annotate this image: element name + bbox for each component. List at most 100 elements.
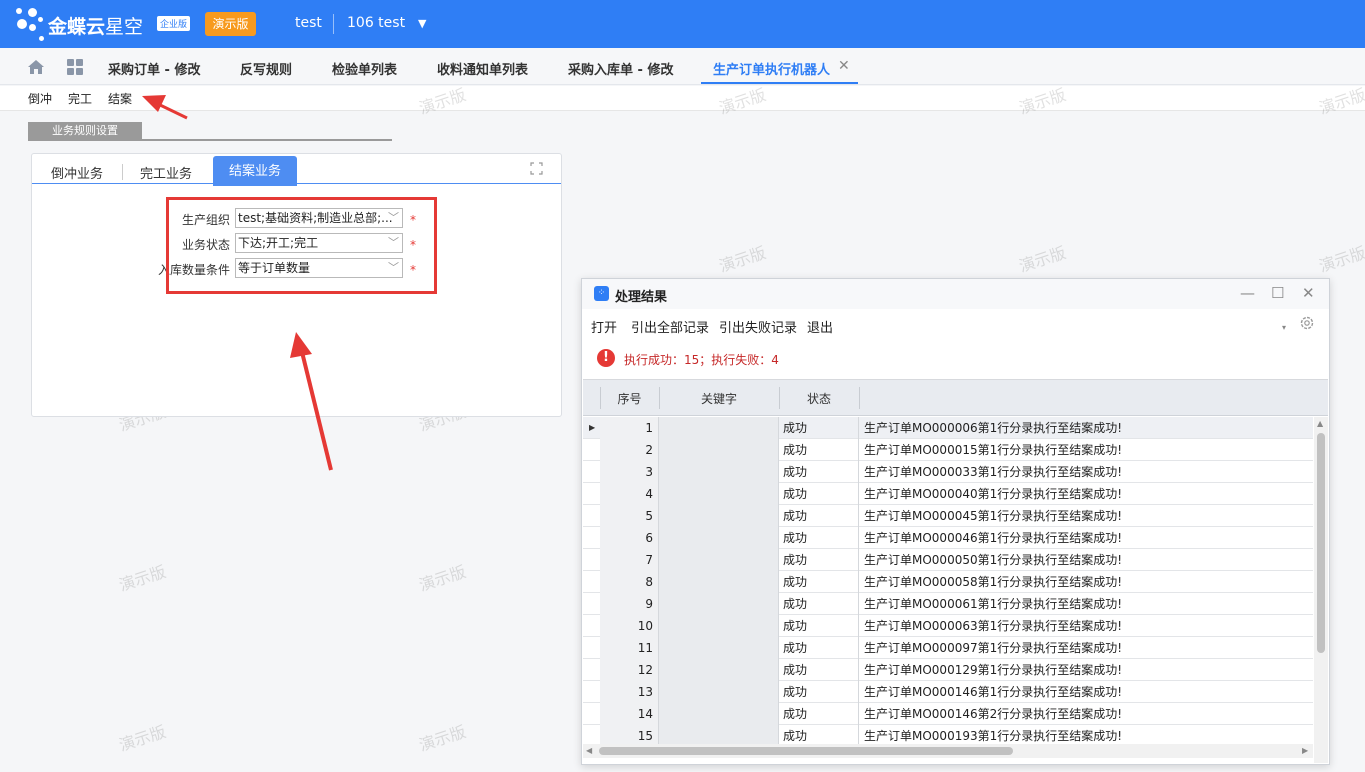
table-row[interactable]: 13 成功 生产订单MO000146第1行分录执行至结案成功!	[583, 681, 1313, 703]
cell-index: 1	[600, 417, 659, 439]
column-header-status[interactable]: 状态	[779, 390, 859, 407]
watermark-text: 演示版	[416, 721, 469, 755]
tab-receipt-notice-list[interactable]: 收料通知单列表	[437, 59, 528, 78]
cell-keyword[interactable]	[659, 505, 779, 527]
scroll-thumb[interactable]	[1317, 433, 1325, 653]
cell-message: 生产订单MO000058第1行分录执行至结案成功!	[864, 575, 1123, 589]
cell-index: 4	[600, 483, 659, 505]
cell-status: 成功	[779, 703, 859, 725]
vertical-scrollbar[interactable]: ▲	[1314, 417, 1328, 763]
maximize-icon[interactable]: ☐	[1271, 284, 1284, 302]
scroll-right-icon[interactable]: ▶	[1302, 746, 1308, 755]
cell-keyword[interactable]	[659, 527, 779, 549]
close-icon[interactable]: ✕	[1302, 284, 1315, 302]
scroll-thumb[interactable]	[599, 747, 1013, 755]
cell-keyword[interactable]	[659, 417, 779, 439]
cell-status: 成功	[779, 417, 859, 439]
tab-divider	[122, 164, 123, 180]
cell-index: 6	[600, 527, 659, 549]
close-icon[interactable]: ✕	[838, 58, 850, 74]
tab-purchase-inbound-edit[interactable]: 采购入库单 - 修改	[568, 59, 673, 78]
cell-keyword[interactable]	[659, 659, 779, 681]
minimize-icon[interactable]: —	[1240, 284, 1255, 302]
top-header: 金蝶云星空 企业版 演示版 test 106 test ▼	[0, 0, 1365, 48]
tab-inspection-list[interactable]: 检验单列表	[332, 59, 397, 78]
cell-keyword[interactable]	[659, 571, 779, 593]
export-failed-button[interactable]: 引出失败记录	[719, 317, 797, 336]
column-header-index[interactable]: 序号	[600, 390, 659, 407]
caret-down-icon[interactable]: ▾	[1282, 323, 1286, 332]
header-divider	[333, 14, 334, 34]
cell-index: 5	[600, 505, 659, 527]
cell-message: 生产订单MO000045第1行分录执行至结案成功!	[864, 509, 1123, 523]
export-all-button[interactable]: 引出全部记录	[631, 317, 709, 336]
cell-index: 2	[600, 439, 659, 461]
cell-status: 成功	[779, 461, 859, 483]
tab-close-business[interactable]: 结案业务	[213, 156, 297, 186]
grid-header: 序号 关键字 状态	[583, 380, 1328, 416]
expand-icon[interactable]	[530, 162, 543, 175]
cell-keyword[interactable]	[659, 439, 779, 461]
status-text: 执行成功：15；执行失败：4	[624, 353, 779, 367]
cell-keyword[interactable]	[659, 637, 779, 659]
cell-status: 成功	[779, 637, 859, 659]
cell-keyword[interactable]	[659, 703, 779, 725]
table-row[interactable]: ▶ 1 成功 生产订单MO000006第1行分录执行至结案成功!	[583, 417, 1313, 439]
grid-body: ▶ 1 成功 生产订单MO000006第1行分录执行至结案成功! 2 成功 生产订单MO00…	[583, 417, 1313, 747]
complete-button[interactable]: 完工	[68, 90, 92, 107]
apps-grid-icon[interactable]	[67, 59, 83, 75]
table-row[interactable]: 11 成功 生产订单MO000097第1行分录执行至结案成功!	[583, 637, 1313, 659]
dialog-titlebar[interactable]: ⁘ 处理结果 — ☐ ✕	[582, 279, 1329, 309]
tab-writeback-rules[interactable]: 反写规则	[240, 59, 292, 78]
table-row[interactable]: 3 成功 生产订单MO000033第1行分录执行至结案成功!	[583, 461, 1313, 483]
cell-message: 生产订单MO000046第1行分录执行至结案成功!	[864, 531, 1123, 545]
user-name[interactable]: test	[295, 15, 322, 31]
table-row[interactable]: 4 成功 生产订单MO000040第1行分录执行至结案成功!	[583, 483, 1313, 505]
result-grid: 序号 关键字 状态 ▶ 1 成功 生产订单MO000006第1行分录执行至结案成功! 2…	[583, 379, 1328, 763]
table-row[interactable]: 12 成功 生产订单MO000129第1行分录执行至结案成功!	[583, 659, 1313, 681]
horizontal-scrollbar[interactable]: ◀ ▶	[583, 744, 1313, 758]
cell-status: 成功	[779, 571, 859, 593]
cell-message: 生产订单MO000061第1行分录执行至结案成功!	[864, 597, 1123, 611]
demo-badge[interactable]: 演示版	[205, 12, 256, 36]
section-divider	[28, 139, 392, 141]
cell-message: 生产订单MO000033第1行分录执行至结案成功!	[864, 465, 1123, 479]
cell-keyword[interactable]	[659, 461, 779, 483]
table-row[interactable]: 9 成功 生产订单MO000061第1行分录执行至结案成功!	[583, 593, 1313, 615]
home-icon[interactable]	[27, 59, 45, 75]
scroll-up-icon[interactable]: ▲	[1317, 419, 1323, 428]
tab-production-order-robot[interactable]: 生产订单执行机器人	[713, 59, 830, 78]
cell-status: 成功	[779, 659, 859, 681]
cell-keyword[interactable]	[659, 483, 779, 505]
table-row[interactable]: 7 成功 生产订单MO000050第1行分录执行至结案成功!	[583, 549, 1313, 571]
table-row[interactable]: 6 成功 生产订单MO000046第1行分录执行至结案成功!	[583, 527, 1313, 549]
backflush-button[interactable]: 倒冲	[28, 90, 52, 107]
cell-status: 成功	[779, 593, 859, 615]
cell-status: 成功	[779, 527, 859, 549]
close-order-button[interactable]: 结案	[108, 90, 132, 107]
org-selector[interactable]: 106 test	[347, 15, 405, 31]
table-row[interactable]: 5 成功 生产订单MO000045第1行分录执行至结案成功!	[583, 505, 1313, 527]
table-row[interactable]: 10 成功 生产订单MO000063第1行分录执行至结案成功!	[583, 615, 1313, 637]
table-row[interactable]: 2 成功 生产订单MO000015第1行分录执行至结案成功!	[583, 439, 1313, 461]
open-button[interactable]: 打开	[591, 317, 617, 336]
watermark-text: 演示版	[416, 561, 469, 595]
cell-message: 生产订单MO000063第1行分录执行至结案成功!	[864, 619, 1123, 633]
cell-status: 成功	[779, 505, 859, 527]
dialog-title: 处理结果	[615, 290, 668, 305]
column-header-keyword[interactable]: 关键字	[659, 390, 779, 407]
table-row[interactable]: 8 成功 生产订单MO000058第1行分录执行至结案成功!	[583, 571, 1313, 593]
cell-keyword[interactable]	[659, 681, 779, 703]
table-row[interactable]: 14 成功 生产订单MO000146第2行分录执行至结案成功!	[583, 703, 1313, 725]
exit-button[interactable]: 退出	[807, 317, 833, 336]
cell-keyword[interactable]	[659, 615, 779, 637]
cell-message: 生产订单MO000146第1行分录执行至结案成功!	[864, 685, 1123, 699]
tab-backflush-business[interactable]: 倒冲业务	[51, 163, 103, 182]
tab-complete-business[interactable]: 完工业务	[140, 163, 192, 182]
tab-purchase-order-edit[interactable]: 采购订单 - 修改	[108, 59, 200, 78]
caret-down-icon[interactable]: ▼	[418, 17, 426, 30]
cell-keyword[interactable]	[659, 593, 779, 615]
cell-keyword[interactable]	[659, 549, 779, 571]
gear-icon[interactable]	[1299, 315, 1315, 331]
scroll-left-icon[interactable]: ◀	[586, 746, 592, 755]
